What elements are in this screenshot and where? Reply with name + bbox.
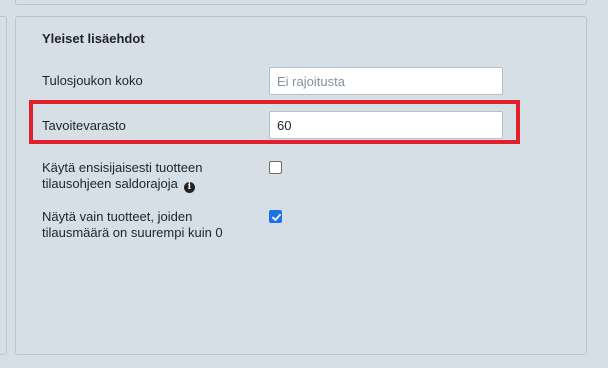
general-conditions-panel: Yleiset lisäehdot Tulosjoukon koko Tavoi… xyxy=(15,16,587,355)
result-set-size-label: Tulosjoukon koko xyxy=(42,73,143,88)
panel-title: Yleiset lisäehdot xyxy=(42,31,145,46)
prefer-order-guide-checkbox[interactable] xyxy=(269,161,282,174)
result-set-size-input[interactable] xyxy=(269,67,503,95)
show-only-positive-qty-label-line1: Näytä vain tuotteet, joiden xyxy=(42,209,193,224)
show-only-positive-qty-label: Näytä vain tuotteet, joiden tilausmäärä … xyxy=(42,209,223,241)
target-stock-input[interactable] xyxy=(269,111,503,139)
prefer-order-guide-label: Käytä ensisijaisesti tuotteen tilausohje… xyxy=(42,160,202,193)
previous-panel-edge xyxy=(15,0,587,5)
show-only-positive-qty-label-line2: tilausmäärä on suurempi kuin 0 xyxy=(42,225,223,240)
left-panel-edge xyxy=(0,16,7,355)
checkmark-icon xyxy=(272,213,281,221)
target-stock-label: Tavoitevarasto xyxy=(42,118,126,133)
prefer-order-guide-label-line1: Käytä ensisijaisesti tuotteen xyxy=(42,160,203,175)
prefer-order-guide-label-line2: tilausohjeen saldorajoja xyxy=(42,176,178,191)
info-circle-icon[interactable]: i xyxy=(183,182,195,193)
show-only-positive-qty-checkbox[interactable] xyxy=(269,210,282,223)
